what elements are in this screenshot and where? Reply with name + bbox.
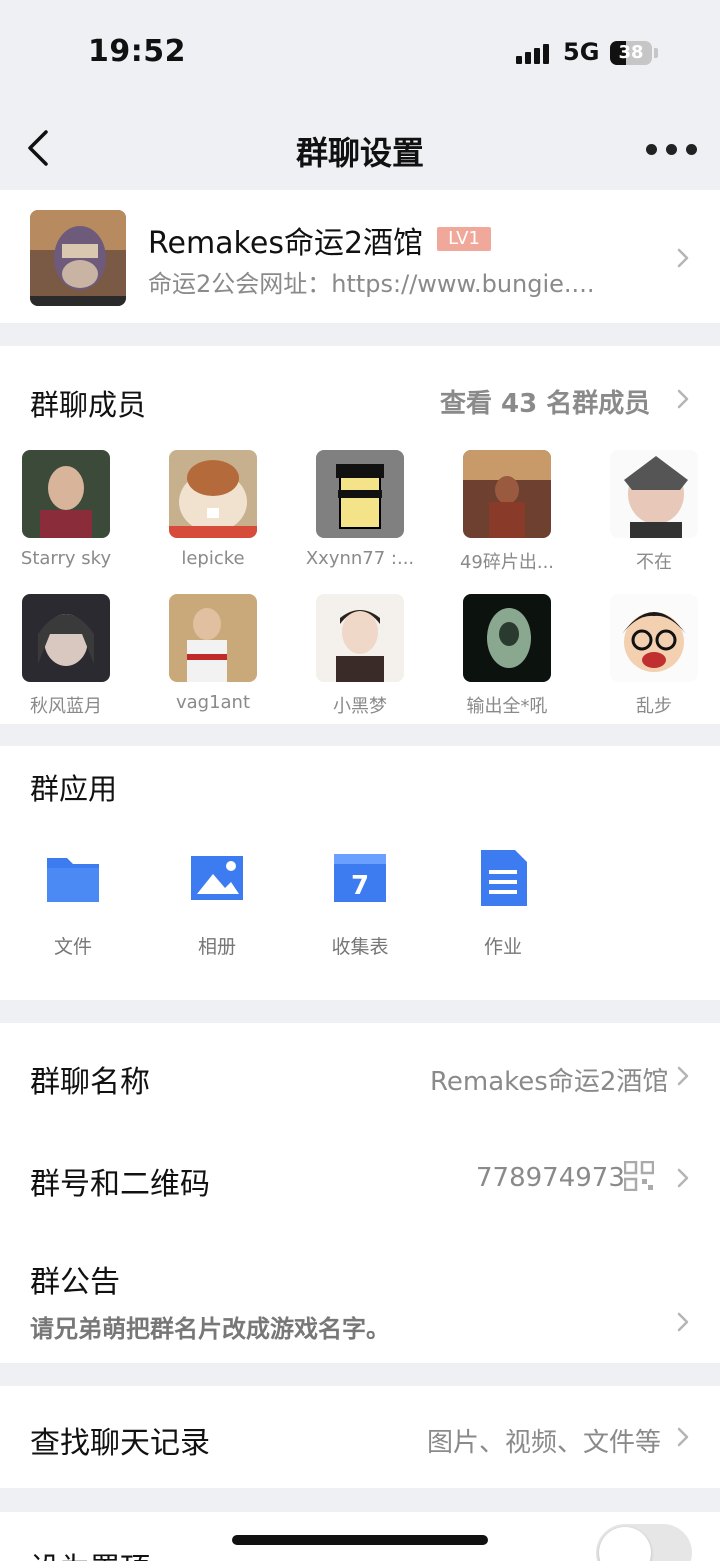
member-item[interactable]: 不在 [594,450,714,574]
member-avatar [463,594,551,682]
app-album[interactable]: 相册 [157,846,277,959]
apps-title: 群应用 [30,772,118,806]
member-avatar [22,594,110,682]
member-avatar [169,450,257,538]
app-files[interactable]: 文件 [13,846,133,959]
group-name: Remakes命运2酒馆 [148,226,424,261]
app-label: 作业 [483,936,522,958]
folder-icon [47,858,99,902]
member-name: 不在 [636,552,672,573]
calendar-form-icon: 7 [334,854,386,902]
member-item[interactable]: Xxynn77 :... [300,450,420,569]
app-label: 收集表 [331,936,389,958]
calendar-number: 7 [351,871,369,901]
network-label: 5G [563,38,600,66]
member-avatar [610,450,698,538]
status-time: 19:52 [88,34,186,69]
member-item[interactable]: 49碎片出... [447,450,567,574]
group-id-value: 778974973 [476,1163,625,1193]
view-all-members-link[interactable]: 查看 43 名群成员 [440,383,650,420]
member-item[interactable]: lepicke [153,450,273,569]
group-name-label: 群聊名称 [30,1065,150,1100]
chevron-right-icon [677,1312,689,1332]
app-homework[interactable]: 作业 [443,846,563,959]
group-description: 命运2公会网址：https://www.bungie.... [148,270,595,298]
chevron-right-icon [677,1066,689,1086]
search-history-label: 查找聊天记录 [30,1426,210,1461]
member-avatar [610,594,698,682]
level-badge: LV1 [437,227,491,251]
group-avatar[interactable] [30,210,126,306]
member-name: lepicke [181,548,245,569]
member-avatar [316,594,404,682]
home-indicator [232,1535,488,1545]
search-history-hint: 图片、视频、文件等 [427,1428,662,1458]
chevron-right-icon [677,248,689,268]
member-name: 输出全*吼 [466,696,548,717]
chevron-right-icon [677,1427,689,1447]
member-name: vag1ant [175,692,251,713]
member-avatar [169,594,257,682]
group-header-card[interactable]: Remakes命运2酒馆 LV1 命运2公会网址：https://www.bun… [0,190,720,323]
member-avatar [22,450,110,538]
member-item[interactable]: 乱步 [594,594,714,718]
members-title: 群聊成员 [30,388,147,422]
member-name: 小黑梦 [333,696,387,717]
group-name-value: Remakes命运2酒馆 [430,1067,669,1097]
app-forms[interactable]: 7 收集表 [300,846,420,959]
app-label: 相册 [197,936,236,958]
group-notice-label: 群公告 [30,1265,120,1300]
member-name: Starry sky [20,548,112,569]
group-notice-row[interactable]: 群公告 请兄弟萌把群名片改成游戏名字。 [0,1227,720,1363]
status-bar: 19:52 5G 38 [0,0,720,100]
member-item[interactable]: 输出全*吼 [447,594,567,718]
signal-icon [516,44,552,64]
member-name: 乱步 [636,696,672,717]
member-name: Xxynn77 :... [305,548,415,569]
search-history-row[interactable]: 查找聊天记录 图片、视频、文件等 [0,1386,720,1488]
pin-top-toggle[interactable] [596,1524,692,1561]
member-name: 秋风蓝月 [30,696,102,717]
app-label: 文件 [53,936,92,958]
battery-icon: 38 [610,41,652,65]
pin-top-label: 设为置顶 [30,1544,150,1561]
page-title: 群聊设置 [295,134,424,172]
group-id-row[interactable]: 群号和二维码 778974973 [0,1127,720,1227]
more-options-icon[interactable] [646,144,698,156]
battery-level: 38 [618,42,644,63]
member-item[interactable]: vag1ant [153,594,273,713]
members-card: 群聊成员 查看 43 名群成员 Starry sky lepicke Xxynn… [0,346,720,724]
battery-tip [654,48,658,58]
document-icon [481,850,527,906]
member-avatar [316,450,404,538]
member-avatar [463,450,551,538]
member-name: 49碎片出... [459,552,555,573]
member-item[interactable]: Starry sky [6,450,126,569]
chevron-right-icon [677,1168,689,1188]
photo-album-icon [191,856,243,900]
nav-bar: 群聊设置 [0,100,720,190]
group-notice-text: 请兄弟萌把群名片改成游戏名字。 [30,1315,390,1343]
chevron-right-icon [677,389,689,409]
member-item[interactable]: 秋风蓝月 [6,594,126,718]
member-item[interactable]: 小黑梦 [300,594,420,718]
group-name-row[interactable]: 群聊名称 Remakes命运2酒馆 [0,1023,720,1127]
group-id-label: 群号和二维码 [30,1167,210,1202]
group-apps-card: 群应用 文件 相册 7 收集表 作业 [0,746,720,1000]
qr-code-icon [624,1161,654,1191]
settings-card: 群聊名称 Remakes命运2酒馆 群号和二维码 778974973 群公告 请… [0,1023,720,1363]
